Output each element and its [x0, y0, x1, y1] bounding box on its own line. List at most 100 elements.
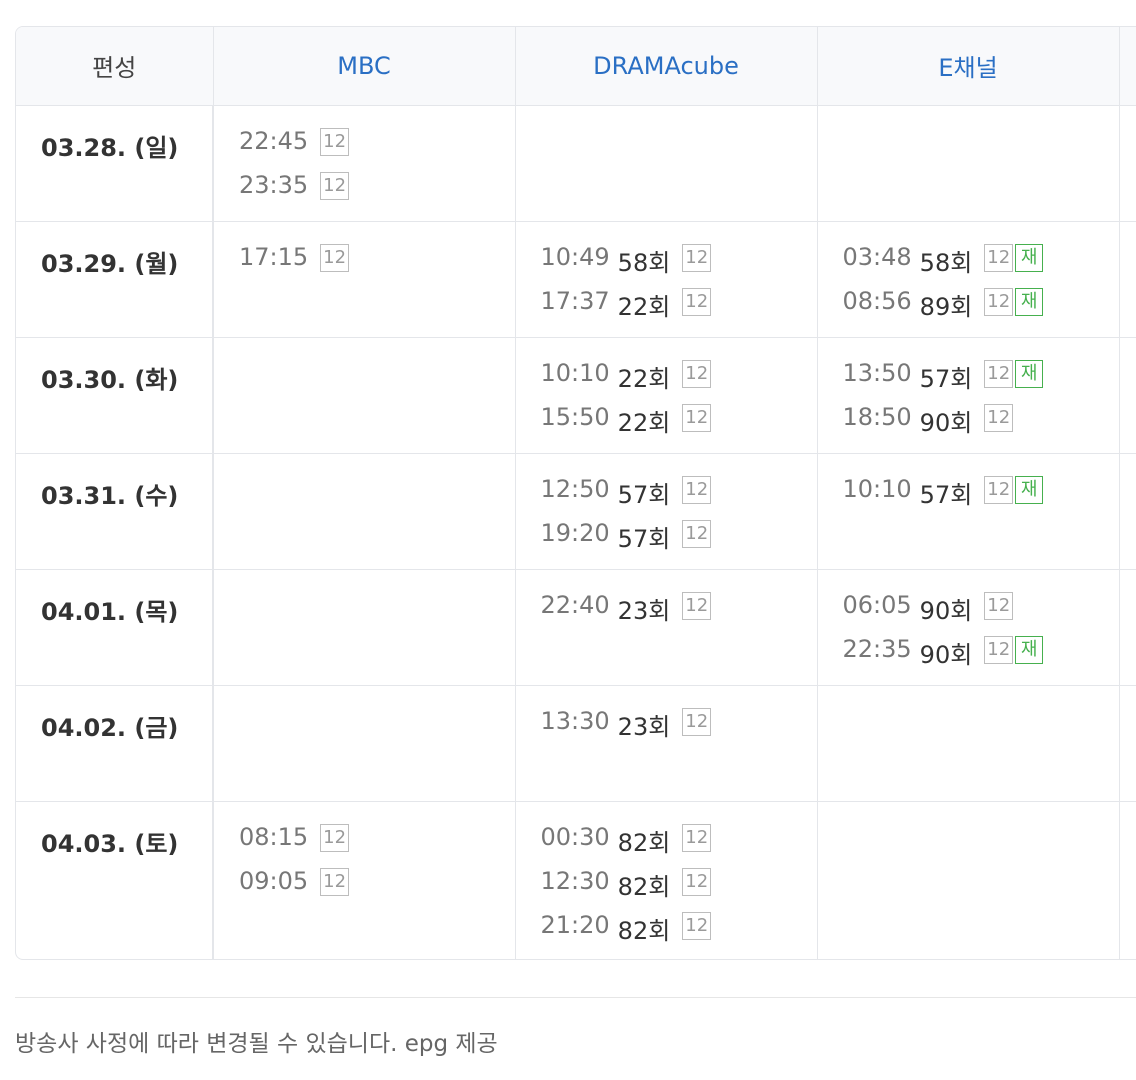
episode-number: 89회	[919, 292, 973, 321]
rerun-badge: 재	[1015, 635, 1044, 664]
episode-number: 90회	[919, 596, 973, 625]
schedule-row: 04.02. (금) 13:30 23회 12	[16, 685, 1136, 802]
age-rating-badge: 12	[320, 867, 350, 896]
airing-slot[interactable]: 10:10 22회 12	[541, 359, 817, 403]
airing-slot[interactable]: 12:30 82회 12	[541, 867, 817, 911]
episode-number: 58회	[919, 248, 973, 277]
airing-time: 22:35	[842, 634, 912, 663]
rerun-badge: 재	[1015, 287, 1044, 316]
schedule-corner-label: 편성	[16, 27, 214, 106]
airing-time: 18:50	[842, 402, 912, 431]
airing-time: 15:50	[540, 402, 610, 431]
airing-slot[interactable]: 13:30 23회 12	[541, 707, 817, 751]
airing-slot[interactable]: 10:49 58회 12	[541, 243, 817, 287]
schedule-cell: 12:50 57회 12 19:20 57회 12	[515, 453, 818, 570]
episode-number: 22회	[617, 364, 671, 393]
row-date: 03.29. (월)	[16, 221, 214, 338]
channel-header-overflow[interactable]	[1119, 27, 1136, 106]
row-date: 03.31. (수)	[16, 453, 214, 570]
age-rating-badge: 12	[984, 591, 1014, 620]
age-rating-badge: 12	[682, 359, 712, 388]
airing-slot[interactable]: 06:05 90회 12	[843, 591, 1119, 635]
episode-number: 90회	[919, 640, 973, 669]
schedule-cell	[213, 337, 516, 454]
airing-slot[interactable]: 09:05 12	[239, 867, 515, 911]
airing-slot[interactable]: 17:15 12	[239, 243, 515, 287]
airing-time: 06:05	[842, 590, 912, 619]
channel-header-echannel[interactable]: E채널	[817, 27, 1120, 106]
airing-time: 10:10	[540, 358, 610, 387]
age-rating-badge: 12	[984, 243, 1014, 272]
airing-time: 13:30	[540, 706, 610, 735]
airing-slot[interactable]: 21:20 82회 12	[541, 911, 817, 955]
episode-number: 22회	[617, 408, 671, 437]
airing-slot[interactable]: 22:45 12	[239, 127, 515, 171]
schedule-cell	[1119, 105, 1136, 222]
age-rating-badge: 12	[682, 707, 712, 736]
airing-slot[interactable]: 08:15 12	[239, 823, 515, 867]
age-rating-badge: 12	[320, 171, 350, 200]
age-rating-badge: 12	[682, 519, 712, 548]
row-date: 04.02. (금)	[16, 685, 214, 802]
schedule-cell	[1119, 337, 1136, 454]
rerun-badge: 재	[1015, 475, 1044, 504]
schedule-cell	[1119, 569, 1136, 686]
schedule-body: 03.28. (일) 22:45 12 23:35 12 03.29. (월) 17:15 1…	[16, 105, 1136, 959]
schedule-cell: 10:49 58회 12 17:37 22회 12	[515, 221, 818, 338]
age-rating-badge: 12	[320, 823, 350, 852]
airing-time: 03:48	[842, 242, 912, 271]
schedule-row: 03.29. (월) 17:15 12 10:49 58회 12 17:37 22회 12 03:…	[16, 221, 1136, 338]
schedule-cell	[213, 685, 516, 802]
airing-time: 08:15	[239, 822, 309, 851]
schedule-table-frame: 편성 MBC DRAMAcube E채널 03.28. (일) 22:45 12 23…	[15, 26, 1136, 960]
table-header-row: 편성 MBC DRAMAcube E채널	[16, 27, 1136, 106]
age-rating-badge: 12	[682, 867, 712, 896]
episode-number: 82회	[617, 872, 671, 901]
schedule-cell	[817, 105, 1120, 222]
schedule-cell: 00:30 82회 12 12:30 82회 12 21:20 82회 12	[515, 801, 818, 959]
airing-slot[interactable]: 10:10 57회 12 재	[843, 475, 1119, 519]
schedule-cell: 17:15 12	[213, 221, 516, 338]
airing-slot[interactable]: 13:50 57회 12 재	[843, 359, 1119, 403]
schedule-cell	[213, 569, 516, 686]
airing-time: 21:20	[540, 910, 610, 939]
channel-header-mbc[interactable]: MBC	[213, 27, 516, 106]
airing-time: 17:15	[239, 242, 309, 271]
airing-slot[interactable]: 12:50 57회 12	[541, 475, 817, 519]
airing-slot[interactable]: 08:56 89회 12 재	[843, 287, 1119, 331]
channel-header-dramacube[interactable]: DRAMAcube	[515, 27, 818, 106]
schedule-cell: 13:50 57회 12 재 18:50 90회 12	[817, 337, 1120, 454]
airing-time: 00:30	[540, 822, 610, 851]
row-date: 04.03. (토)	[16, 801, 214, 959]
footer-note: 방송사 사정에 따라 변경될 수 있습니다. epg 제공	[15, 1031, 498, 1057]
schedule-cell: 13:30 23회 12	[515, 685, 818, 802]
schedule-cell	[817, 801, 1120, 959]
schedule-cell	[515, 105, 818, 222]
airing-slot[interactable]: 19:20 57회 12	[541, 519, 817, 563]
airing-slot[interactable]: 17:37 22회 12	[541, 287, 817, 331]
airing-slot[interactable]: 18:50 90회 12	[843, 403, 1119, 447]
age-rating-badge: 12	[682, 243, 712, 272]
row-date: 03.30. (화)	[16, 337, 214, 454]
airing-time: 12:30	[540, 866, 610, 895]
episode-number: 57회	[617, 480, 671, 509]
airing-time: 10:49	[540, 242, 610, 271]
schedule-row: 03.28. (일) 22:45 12 23:35 12	[16, 105, 1136, 222]
airing-time: 22:45	[239, 126, 309, 155]
airing-slot[interactable]: 03:48 58회 12 재	[843, 243, 1119, 287]
airing-slot[interactable]: 00:30 82회 12	[541, 823, 817, 867]
airing-slot[interactable]: 15:50 22회 12	[541, 403, 817, 447]
schedule-cell	[1119, 801, 1136, 959]
episode-number: 82회	[617, 916, 671, 945]
rerun-badge: 재	[1015, 359, 1044, 388]
airing-slot[interactable]: 23:35 12	[239, 171, 515, 215]
footer-divider	[15, 997, 1136, 998]
schedule-cell: 03:48 58회 12 재 08:56 89회 12 재	[817, 221, 1120, 338]
schedule-cell: 08:15 12 09:05 12	[213, 801, 516, 959]
schedule-row: 03.31. (수) 12:50 57회 12 19:20 57회 12 10:10 57회 12…	[16, 453, 1136, 570]
age-rating-badge: 12	[984, 287, 1014, 316]
airing-time: 23:35	[239, 170, 309, 199]
airing-slot[interactable]: 22:35 90회 12 재	[843, 635, 1119, 679]
airing-slot[interactable]: 22:40 23회 12	[541, 591, 817, 635]
airing-time: 22:40	[540, 590, 610, 619]
